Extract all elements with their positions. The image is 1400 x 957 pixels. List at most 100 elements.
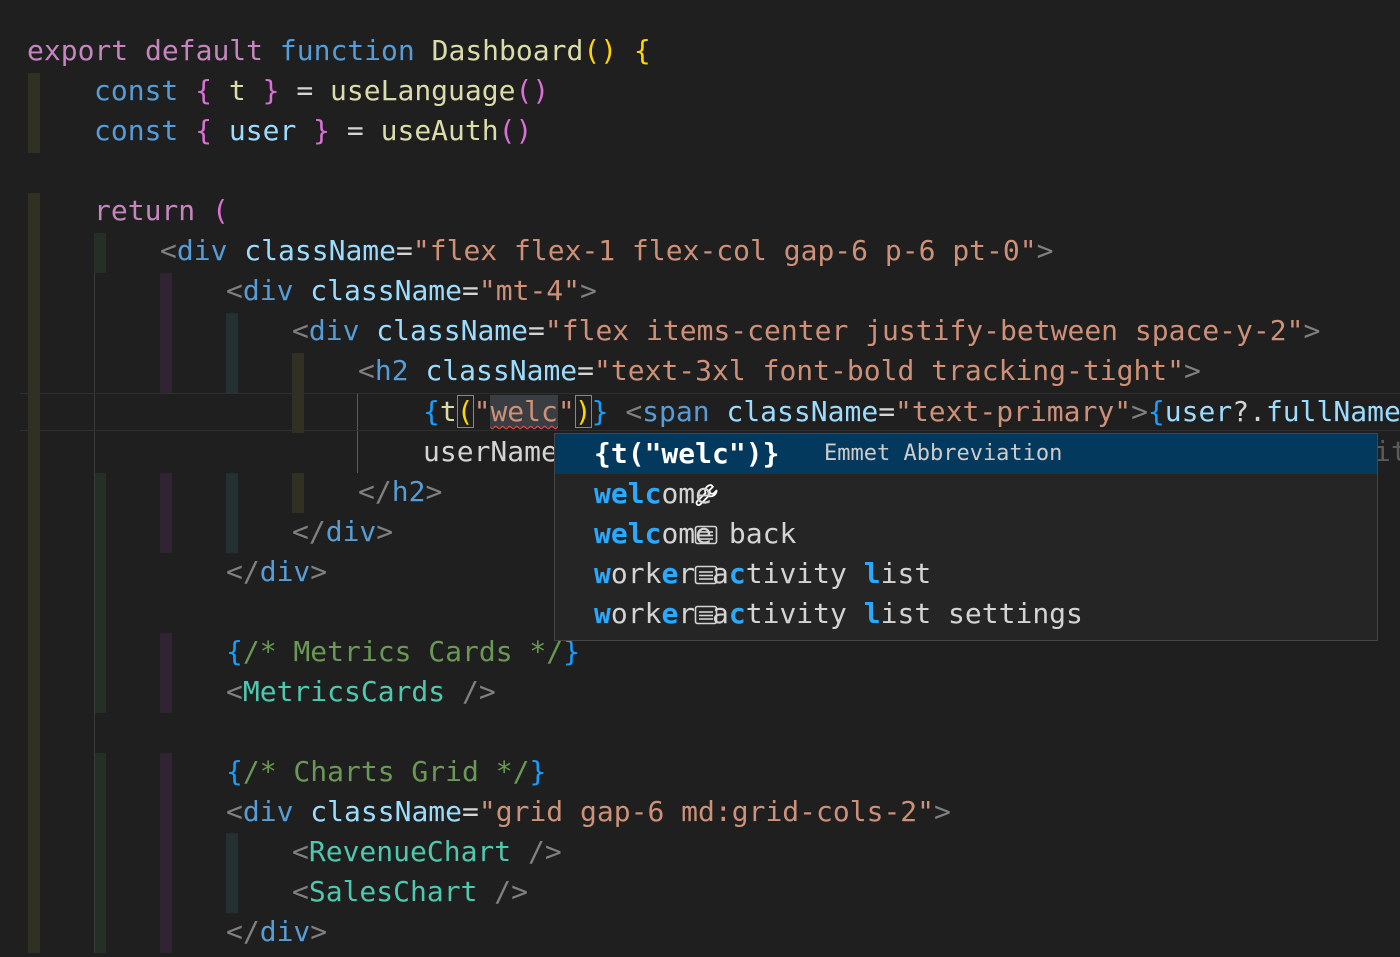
code-line[interactable]: export default function Dashboard() { [0,31,1400,71]
attribute-value: "text-primary" [895,395,1132,428]
code-line[interactable]: <h2 className="text-3xl font-bold tracki… [0,351,1400,391]
code-line[interactable]: const { t } = useLanguage() [0,71,1400,111]
code-line[interactable]: <div className="grid gap-6 md:grid-cols-… [0,792,1400,832]
code-editor[interactable]: export default function Dashboard() { co… [0,0,1400,957]
code-line-active[interactable]: {t("welc")} <span className="text-primar… [0,392,1400,432]
brace: { [195,74,213,107]
text-icon [558,560,718,625]
paren: ( [583,34,601,67]
tag-bracket: < [160,234,177,267]
attribute-name: className [310,274,463,307]
brace: { [226,755,243,788]
brace: } [262,74,280,107]
jsx-text: userName [423,435,558,468]
tag-bracket: < [625,395,643,428]
paren: ) [515,114,533,147]
tag-bracket: </ [358,475,392,508]
tag-bracket: < [226,274,243,307]
operator: = [878,395,896,428]
suggestion-label: welcome back [594,517,797,550]
tag-bracket: < [226,675,243,708]
suggestion-item[interactable]: worker activity list [555,554,1377,625]
tag-bracket: /> [477,875,529,908]
tag-bracket: > [376,515,394,548]
brace: { [226,635,243,668]
tag-name: div [242,274,294,307]
suggestion-item-emmet[interactable]: {t("welc")} Emmet Abbreviation [555,434,1377,506]
attribute-value: "grid gap-6 md:grid-cols-2" [478,795,935,828]
tag-bracket: > [1303,314,1321,347]
tag-bracket: > [934,795,951,828]
code-line[interactable]: <div className="flex flex-1 flex-col gap… [0,231,1400,271]
operator: = [462,795,479,828]
suggestion-item[interactable]: welcome back [555,514,1377,585]
attribute-name: className [425,354,578,387]
attribute-value: "mt-4" [478,274,581,307]
function-call: useLanguage [330,74,516,107]
keyword: return [94,194,196,227]
brace: } [591,395,609,428]
attribute-value: "text-3xl font-bold tracking-tight" [594,354,1185,387]
brace: { [423,395,440,428]
keyword: function [279,34,415,67]
tag-bracket: > [425,475,443,508]
operator: = [396,234,413,267]
suggest-widget[interactable]: {t("welc")} Emmet Abbreviation welcome w… [554,433,1378,641]
variable: t [228,74,246,107]
attribute-value: "flex items-center justify-between space… [544,314,1304,347]
code-line[interactable]: return ( [0,191,1400,231]
suggestion-detail: Emmet Abbreviation [824,441,1063,466]
code-line[interactable]: </div> [0,912,1400,952]
tag-bracket: </ [292,515,326,548]
code-line[interactable]: const { user } = useAuth() [0,111,1400,151]
brace: { [633,34,651,67]
brace: } [529,755,547,788]
tag-bracket: /> [445,675,496,708]
tag-name: div [259,915,311,948]
tag-bracket: < [292,875,309,908]
tag-bracket: < [292,314,309,347]
paren: ( [212,194,229,227]
comment: /* Charts Grid */ [242,755,530,788]
component-name: MetricsCards [242,675,446,708]
tag-name: h2 [374,354,409,387]
attribute-name: className [310,795,463,828]
brace: { [1147,395,1165,428]
text-icon [558,480,718,545]
tag-bracket: > [310,555,328,588]
brace: } [313,114,331,147]
code-line[interactable]: <RevenueChart /> [0,832,1400,872]
attribute-name: className [244,234,397,267]
code-line[interactable]: <SalesChart /> [0,872,1400,912]
code-line[interactable]: <MetricsCards /> [0,672,1400,712]
operator: = [462,274,479,307]
tag-name: div [308,314,360,347]
string-quote: " [473,395,491,428]
tag-bracket: </ [226,555,260,588]
paren: ) [532,74,550,107]
suggestion-item[interactable]: worker activity list settings [555,594,1377,634]
text-icon [558,520,718,585]
code-line[interactable]: <div className="mt-4"> [0,271,1400,311]
attribute-name: className [726,395,879,428]
paren: ( [498,114,516,147]
brace: { [195,114,213,147]
string-quote: " [557,395,575,428]
keyword: export [27,34,129,67]
tag-bracket: > [1036,234,1054,267]
comment: /* Metrics Cards */ [242,635,564,668]
operator: = [296,74,314,107]
suggestion-item[interactable]: welcome [555,474,1377,545]
suggestion-label: worker activity list settings [594,597,1083,630]
typed-string[interactable]: welc [490,395,558,428]
tag-name: div [325,515,377,548]
code-line[interactable]: {/* Charts Grid */} [0,752,1400,792]
code-line[interactable]: <div className="flex items-center justif… [0,311,1400,351]
tag-bracket: /> [511,835,562,868]
operator: ?. [1232,395,1266,428]
attribute-value: "flex flex-1 flex-col gap-6 p-6 pt-0" [412,234,1037,267]
component-name: SalesChart [308,875,478,908]
suggestion-label: worker activity list [594,557,932,590]
function-name: Dashboard [431,34,584,67]
tag-bracket: > [1184,354,1201,387]
